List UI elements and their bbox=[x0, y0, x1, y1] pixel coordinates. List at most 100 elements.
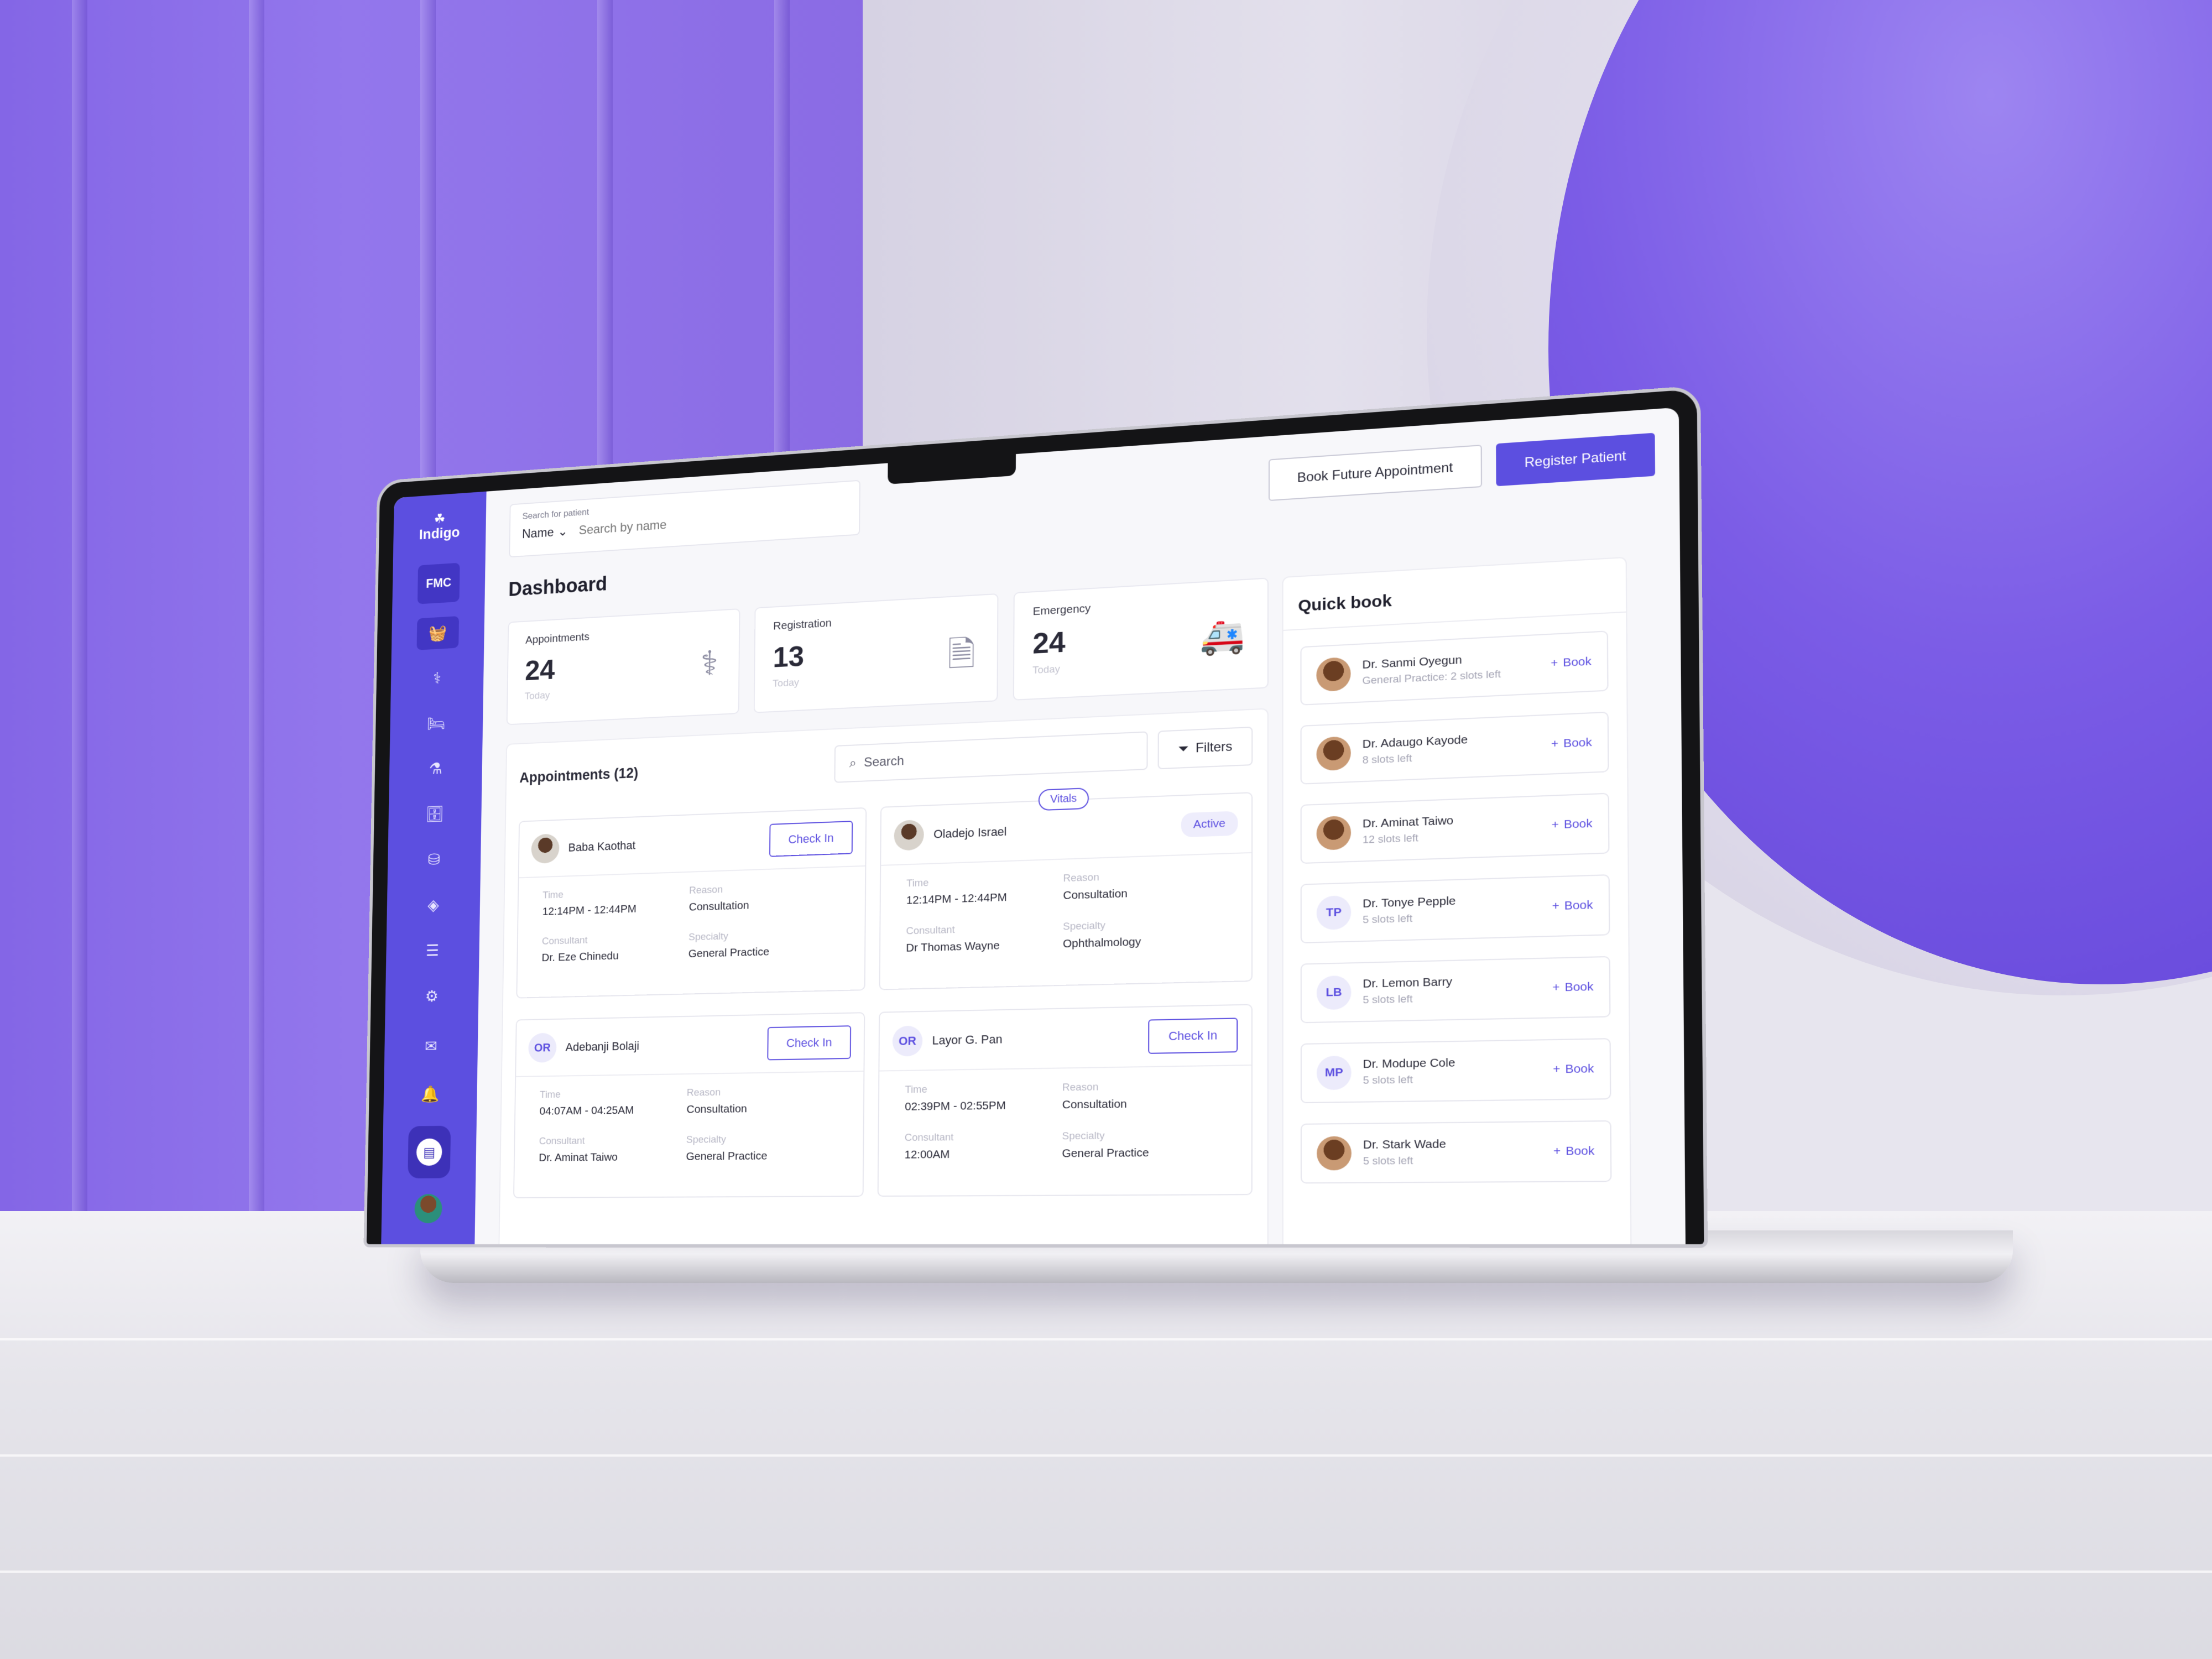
search-by-select[interactable]: Name ⌄ bbox=[522, 524, 568, 542]
documents-button[interactable]: ▤ bbox=[408, 1126, 451, 1178]
sidebar-item-archive[interactable]: 🗄 bbox=[414, 797, 456, 831]
sidebar-item-layers[interactable]: ◈ bbox=[412, 888, 455, 921]
quick-book-panel: Quick book Dr. Sanmi Oyegun General Pract… bbox=[1282, 557, 1632, 1244]
book-button[interactable]: + Book bbox=[1552, 980, 1593, 995]
sidebar-bottom: ✉ 🔔 ▤ bbox=[406, 1030, 452, 1244]
patient-avatar bbox=[531, 833, 559, 864]
reason-label: Reason bbox=[689, 880, 839, 897]
main-content: Search for patient Name ⌄ Book Future Ap… bbox=[474, 407, 1686, 1244]
patient-name: Layor G. Pan bbox=[932, 1030, 1139, 1048]
patient-name: Oladejo Israel bbox=[933, 818, 1171, 842]
register-patient-button[interactable]: Register Patient bbox=[1496, 433, 1655, 487]
doctor-name: Dr. Lemon Barry bbox=[1363, 973, 1540, 991]
ambulance-icon: 🚑 bbox=[1200, 614, 1245, 658]
field-specialty: Specialty Ophthalmology bbox=[1063, 916, 1224, 951]
book-button[interactable]: + Book bbox=[1553, 1144, 1594, 1159]
book-future-appointment-button[interactable]: Book Future Appointment bbox=[1269, 445, 1482, 501]
doctor-info: Dr. Aminat Taiwo 12 slots left bbox=[1363, 811, 1540, 847]
reason-value: Consultation bbox=[1063, 884, 1224, 902]
stat-card-emergency[interactable]: Emergency 24 Today 🚑 bbox=[1013, 577, 1268, 700]
sidebar-item-server[interactable]: ☰ bbox=[411, 934, 454, 967]
quick-book-item: LB Dr. Lemon Barry 5 slots left + Book bbox=[1301, 956, 1611, 1023]
book-button[interactable]: + Book bbox=[1552, 899, 1593, 914]
book-label: Book bbox=[1565, 1062, 1594, 1077]
doctor-icon: ⚕ bbox=[700, 643, 718, 684]
field-time: Time 12:14PM - 12:44PM bbox=[906, 873, 1063, 907]
doctor-avatar bbox=[1317, 816, 1351, 851]
appointments-search-placeholder: Search bbox=[864, 754, 904, 770]
stat-value: 24 bbox=[525, 644, 722, 687]
specialty-value: General Practice bbox=[1062, 1146, 1224, 1161]
book-button[interactable]: + Book bbox=[1551, 655, 1592, 670]
search-by-value: Name bbox=[522, 525, 554, 541]
bed-icon: 🛏 bbox=[427, 714, 446, 733]
book-button[interactable]: + Book bbox=[1553, 1062, 1594, 1077]
field-reason: Reason Consultation bbox=[1062, 1079, 1224, 1112]
quick-book-list: Dr. Sanmi Oyegun General Practice: 2 slot… bbox=[1284, 613, 1630, 1201]
consultant-label: Consultant bbox=[542, 932, 688, 947]
book-button[interactable]: + Book bbox=[1551, 735, 1592, 751]
stat-card-appointments[interactable]: Appointments 24 Today ⚕ bbox=[507, 608, 740, 725]
mockup-scene: ☘ Indigo FMC 🧺 ⚕ 🛏 ⚗ 🗄 ⛁ ◈ ☰ ⚙ ✉ 🔔 ▤ Search bbox=[0, 0, 2212, 1659]
layers-icon: ◈ bbox=[427, 896, 439, 914]
app-logo[interactable]: ☘ Indigo bbox=[419, 510, 461, 542]
specialty-label: Specialty bbox=[1063, 916, 1224, 933]
doctor-name: Dr. Tonye Pepple bbox=[1363, 892, 1540, 911]
stat-card-registration[interactable]: Registration 13 Today 🗎 bbox=[754, 593, 998, 713]
bell-icon: 🔔 bbox=[421, 1085, 440, 1103]
logo-icon: ☘ bbox=[434, 512, 446, 525]
stat-label: Appointments bbox=[525, 623, 722, 647]
patient-initials-avatar: OR bbox=[893, 1026, 923, 1057]
stethoscope-icon: ⚕ bbox=[433, 669, 441, 687]
appointments-search[interactable]: ⌕ Search bbox=[834, 731, 1148, 782]
consultant-label: Consultant bbox=[905, 1130, 1062, 1144]
stat-label: Registration bbox=[773, 608, 979, 633]
appointment-card[interactable]: Baba Kaothat Check In Time 12:14PM - 12:44P… bbox=[516, 807, 867, 999]
book-label: Book bbox=[1564, 899, 1593, 913]
appointment-header: OR Layor G. Pan Check In bbox=[879, 1005, 1251, 1072]
appointment-details: Time 12:14PM - 12:44PM Reason Consultation C… bbox=[880, 853, 1251, 968]
time-label: Time bbox=[540, 1087, 687, 1101]
document-icon: ▤ bbox=[416, 1139, 442, 1166]
sidebar-item-vial[interactable]: ⚗ bbox=[414, 752, 457, 785]
check-in-button[interactable]: Check In bbox=[1148, 1018, 1238, 1054]
check-in-button[interactable]: Check In bbox=[769, 821, 853, 857]
patient-name: Adebanji Bolaji bbox=[565, 1037, 758, 1054]
field-time: Time 12:14PM - 12:44PM bbox=[542, 885, 690, 919]
gear-icon: ⚙ bbox=[425, 987, 439, 1005]
sidebar-item-inbox[interactable]: ✉ bbox=[410, 1030, 452, 1063]
appointment-card[interactable]: OR Layor G. Pan Check In Time 02:39PM - 02:5… bbox=[878, 1004, 1253, 1197]
specialty-value: General Practice bbox=[686, 1149, 837, 1164]
sidebar-item-stethoscope[interactable]: ⚕ bbox=[416, 661, 458, 696]
consultant-value: Dr Thomas Wayne bbox=[906, 937, 1063, 954]
sidebar-item-bell[interactable]: 🔔 bbox=[409, 1078, 451, 1111]
org-badge[interactable]: FMC bbox=[418, 563, 460, 604]
quick-book-item: MP Dr. Modupe Cole 5 slots left + Book bbox=[1301, 1038, 1611, 1103]
filters-button[interactable]: ⏷ Filters bbox=[1158, 727, 1253, 769]
vitals-tag[interactable]: Vitals bbox=[1038, 787, 1089, 811]
consultant-value: Dr. Aminat Taiwo bbox=[539, 1150, 686, 1164]
sidebar-item-gear[interactable]: ⚙ bbox=[410, 980, 453, 1013]
quick-book-item: Dr. Aminat Taiwo 12 slots left + Book bbox=[1301, 793, 1610, 864]
stat-label: Emergency bbox=[1033, 593, 1249, 618]
field-reason: Reason Consultation bbox=[689, 880, 840, 914]
sidebar-item-coins[interactable]: ⛁ bbox=[413, 843, 456, 877]
field-reason: Reason Consultation bbox=[1063, 868, 1224, 902]
appointment-details: Time 12:14PM - 12:44PM Reason Consultation C… bbox=[518, 867, 865, 978]
appointment-card[interactable]: OR Adebanji Bolaji Check In Time 04:07AM - 0… bbox=[513, 1012, 865, 1198]
left-column: Appointments 24 Today ⚕ Registration 13 Today 🗎… bbox=[498, 577, 1269, 1244]
sidebar-item-bed[interactable]: 🛏 bbox=[415, 706, 458, 740]
document-icon: 🗎 bbox=[947, 629, 975, 689]
check-in-button[interactable]: Check In bbox=[768, 1025, 852, 1060]
plus-icon: + bbox=[1552, 818, 1559, 832]
patient-avatar bbox=[894, 820, 924, 851]
time-value: 04:07AM - 04:25AM bbox=[539, 1103, 686, 1118]
appointment-card[interactable]: Vitals Oladejo Israel Active Time 12:14PM - … bbox=[879, 792, 1253, 990]
doctor-avatar bbox=[1316, 657, 1350, 692]
user-avatar[interactable] bbox=[414, 1194, 442, 1223]
app-screen: ☘ Indigo FMC 🧺 ⚕ 🛏 ⚗ 🗄 ⛁ ◈ ☰ ⚙ ✉ 🔔 ▤ Search bbox=[381, 407, 1686, 1244]
sidebar-item-cart[interactable]: 🧺 bbox=[416, 616, 459, 650]
book-button[interactable]: + Book bbox=[1552, 817, 1593, 832]
specialty-label: Specialty bbox=[686, 1133, 838, 1146]
specialty-label: Specialty bbox=[688, 927, 839, 943]
